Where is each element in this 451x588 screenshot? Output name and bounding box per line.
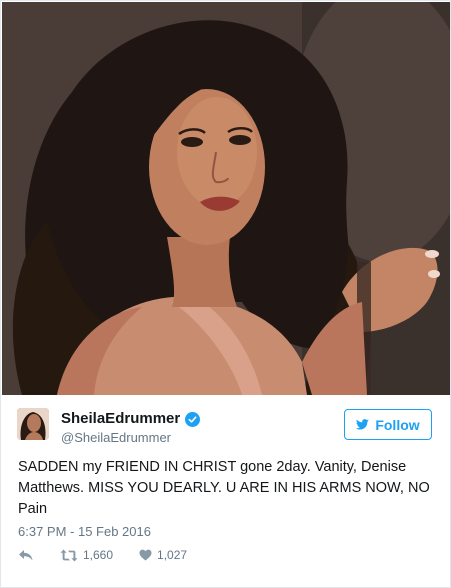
retweet-button[interactable]: 1,660 (60, 548, 113, 562)
like-count: 1,027 (157, 548, 188, 562)
twitter-bird-icon (356, 417, 370, 433)
tweet-actions: 1,660 1,027 (18, 546, 213, 564)
tweet-photo[interactable] (2, 2, 450, 395)
tweet-timestamp[interactable]: 6:37 PM - 15 Feb 2016 (18, 524, 151, 539)
display-name-row: SheilaEdrummer (61, 410, 201, 428)
retweet-count: 1,660 (83, 548, 114, 562)
avatar-image (17, 408, 49, 440)
tweet-text: SADDEN my FRIEND IN CHRIST gone 2day. Va… (18, 459, 430, 517)
verified-badge-icon (185, 411, 201, 427)
display-name[interactable]: SheilaEdrummer (61, 410, 180, 428)
follow-button[interactable]: Follow (344, 409, 432, 440)
retweet-icon (60, 549, 78, 562)
author-info: SheilaEdrummer @SheilaEdrummer (61, 410, 201, 447)
reply-arrow-icon (18, 549, 34, 562)
photo-illustration (2, 2, 450, 395)
follow-label: Follow (375, 416, 420, 433)
tweet-card: SheilaEdrummer @SheilaEdrummer Follow SA… (0, 0, 451, 588)
like-button[interactable]: 1,027 (139, 548, 187, 562)
reply-button[interactable] (18, 549, 34, 562)
avatar[interactable] (17, 408, 49, 440)
heart-icon (139, 549, 152, 561)
author-handle[interactable]: @SheilaEdrummer (61, 429, 200, 447)
